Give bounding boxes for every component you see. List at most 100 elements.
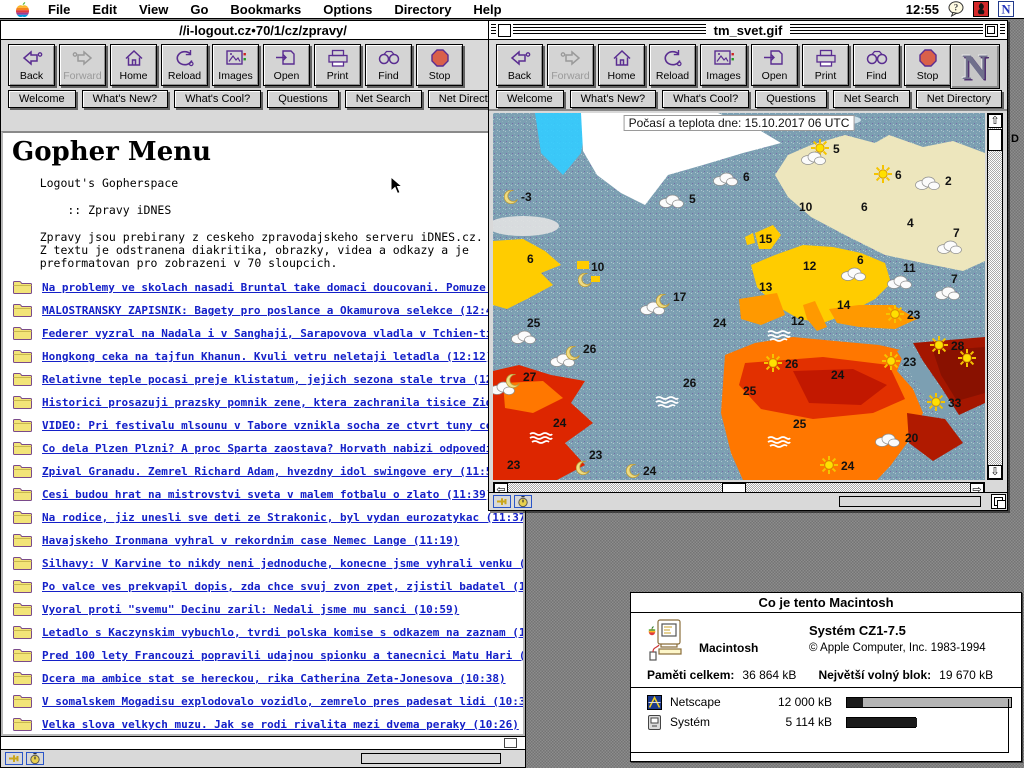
balloon-help-icon[interactable]: ? bbox=[948, 1, 964, 17]
print-button[interactable]: Print bbox=[802, 44, 849, 86]
close-box[interactable] bbox=[498, 24, 511, 37]
gopher-list-item[interactable]: Havajskeho Ironmana vyhral v rekordnim c… bbox=[12, 529, 523, 552]
desktop-icon-label[interactable]: D bbox=[1011, 133, 1019, 145]
map-window-titlebar[interactable]: tm_svet.gif bbox=[489, 21, 1007, 40]
gopher-page: Gopher Menu Logout's Gopherspace :: Zpra… bbox=[1, 131, 525, 736]
find-button[interactable]: Find bbox=[365, 44, 412, 86]
menu-directory[interactable]: Directory bbox=[383, 2, 462, 17]
gopher-link[interactable]: Havajskeho Ironmana vyhral v rekordnim c… bbox=[42, 534, 459, 547]
directory-button-what-s-new-[interactable]: What's New? bbox=[82, 90, 168, 108]
images-button[interactable]: Images bbox=[212, 44, 259, 86]
gopher-list-item[interactable]: Velka slova velkych muzu. Jak se rodi ri… bbox=[12, 713, 523, 736]
gopher-link[interactable]: Relativne teple pocasi preje klistatum, … bbox=[42, 373, 519, 386]
open-button[interactable]: Open bbox=[751, 44, 798, 86]
gopher-list-item[interactable]: Hongkong ceka na tajfun Khanun. Kvuli ve… bbox=[12, 345, 523, 368]
gopher-list-item[interactable]: Zpival Granadu. Zemrel Richard Adam, hve… bbox=[12, 460, 523, 483]
directory-button-welcome[interactable]: Welcome bbox=[8, 90, 76, 108]
netscape-menu-icon[interactable]: N bbox=[998, 1, 1014, 17]
gopher-link[interactable]: Letadlo s Kaczynskim vybuchlo, tvrdi pol… bbox=[42, 626, 523, 639]
gopher-list-item[interactable]: Cesi budou hrat na mistrovstvi sveta v m… bbox=[12, 483, 523, 506]
gopher-link[interactable]: Dcera ma ambice stat se hereckou, rika C… bbox=[42, 672, 506, 685]
gopher-link[interactable]: Vyoral proti "svemu" Decinu zaril: Nedal… bbox=[42, 603, 459, 616]
gopher-list-item[interactable]: Historici prosazuji prazsky pomnik zene,… bbox=[12, 391, 523, 414]
directory-button-what-s-new-[interactable]: What's New? bbox=[570, 90, 656, 108]
gopher-list-item[interactable]: Vyoral proti "svemu" Decinu zaril: Nedal… bbox=[12, 598, 523, 621]
stop-button[interactable]: Stop bbox=[416, 44, 463, 86]
gopher-link[interactable]: Po valce ves prekvapil dopis, zda chce s… bbox=[42, 580, 523, 593]
home-button[interactable]: Home bbox=[110, 44, 157, 86]
gopher-list-item[interactable]: Federer vyzral na Nadala i v Sanghaji, S… bbox=[12, 322, 523, 345]
forward-button[interactable]: Forward bbox=[547, 44, 594, 86]
back-button[interactable]: Back bbox=[8, 44, 55, 86]
keyboard-layout-icon[interactable] bbox=[973, 1, 989, 17]
reload-button[interactable]: Reload bbox=[649, 44, 696, 86]
gopher-window-titlebar[interactable]: //i-logout.cz•70/1/cz/zpravy/ bbox=[1, 21, 525, 40]
gopher-link[interactable]: Na problemy ve skolach nasadi Bruntal ta… bbox=[42, 281, 523, 294]
gopher-list-item[interactable]: Na problemy ve skolach nasadi Bruntal ta… bbox=[12, 276, 523, 299]
gopher-list-item[interactable]: Relativne teple pocasi preje klistatum, … bbox=[12, 368, 523, 391]
open-button[interactable]: Open bbox=[263, 44, 310, 86]
gopher-list-item[interactable]: Dcera ma ambice stat se hereckou, rika C… bbox=[12, 667, 523, 690]
gopher-link[interactable]: V somalskem Mogadisu explodovalo vozidlo… bbox=[42, 695, 523, 708]
window-resize-handle[interactable] bbox=[991, 494, 1006, 509]
gopher-link[interactable]: Historici prosazuji prazsky pomnik zene,… bbox=[42, 396, 523, 409]
directory-button-welcome[interactable]: Welcome bbox=[496, 90, 564, 108]
directory-button-net-directory[interactable]: Net Directory bbox=[916, 90, 1002, 108]
back-button[interactable]: Back bbox=[496, 44, 543, 86]
gopher-link[interactable]: Hongkong ceka na tajfun Khanun. Kvuli ve… bbox=[42, 350, 492, 363]
reload-button[interactable]: Reload bbox=[161, 44, 208, 86]
gopher-list-item[interactable]: Pred 100 lety Francouzi popravili udajno… bbox=[12, 644, 523, 667]
scrollbar-thumb[interactable] bbox=[504, 738, 517, 748]
gopher-list-item[interactable]: Na rodice, jiz unesli sve deti ze Strako… bbox=[12, 506, 523, 529]
gopher-list-item[interactable]: Silhavy: V Karvine to nikdy neni jednodu… bbox=[12, 552, 523, 575]
temperature-label: 26 bbox=[583, 342, 597, 356]
menu-view[interactable]: View bbox=[128, 2, 179, 17]
menu-options[interactable]: Options bbox=[312, 2, 383, 17]
vertical-scrollbar[interactable]: ⇧ ⇩ bbox=[987, 113, 1003, 480]
gopher-list-item[interactable]: VIDEO: Pri festivalu mlsounu v Tabore vz… bbox=[12, 414, 523, 437]
stop-button[interactable]: Stop bbox=[904, 44, 951, 86]
apple-menu-icon[interactable] bbox=[16, 2, 29, 17]
gopher-link[interactable]: Silhavy: V Karvine to nikdy neni jednodu… bbox=[42, 557, 523, 570]
home-button[interactable]: Home bbox=[598, 44, 645, 86]
directory-button-what-s-cool-[interactable]: What's Cool? bbox=[662, 90, 749, 108]
gopher-list-item[interactable]: Po valce ves prekvapil dopis, zda chce s… bbox=[12, 575, 523, 598]
find-button[interactable]: Find bbox=[853, 44, 900, 86]
scroll-up-arrow[interactable]: ⇧ bbox=[988, 114, 1002, 128]
gopher-link[interactable]: VIDEO: Pri festivalu mlsounu v Tabore vz… bbox=[42, 419, 523, 432]
directory-button-net-search[interactable]: Net Search bbox=[345, 90, 422, 108]
menu-go[interactable]: Go bbox=[179, 2, 219, 17]
menu-help[interactable]: Help bbox=[462, 2, 512, 17]
gopher-list-item[interactable]: Co dela Plzen Plzni? A proc Sparta zaost… bbox=[12, 437, 523, 460]
gopher-link[interactable]: Velka slova velkych muzu. Jak se rodi ri… bbox=[42, 718, 519, 731]
gopher-link[interactable]: Na rodice, jiz unesli sve deti ze Strako… bbox=[42, 511, 523, 524]
gopher-link[interactable]: Co dela Plzen Plzni? A proc Sparta zaost… bbox=[42, 442, 523, 455]
zoom-box[interactable] bbox=[985, 24, 998, 37]
gopher-link[interactable]: Pred 100 lety Francouzi popravili udajno… bbox=[42, 649, 523, 662]
menu-file[interactable]: File bbox=[37, 2, 81, 17]
copyright-text: © Apple Computer, Inc. 1983-1994 bbox=[809, 642, 1009, 654]
horizontal-scrollbar[interactable] bbox=[1, 736, 525, 749]
directory-button-questions[interactable]: Questions bbox=[755, 90, 827, 108]
gopher-list-item[interactable]: V somalskem Mogadisu explodovalo vozidlo… bbox=[12, 690, 523, 713]
menu-bookmarks[interactable]: Bookmarks bbox=[219, 2, 312, 17]
map-status-bar bbox=[489, 492, 1007, 510]
gopher-link[interactable]: Cesi budou hrat na mistrovstvi sveta v m… bbox=[42, 488, 492, 501]
directory-button-net-search[interactable]: Net Search bbox=[833, 90, 910, 108]
menu-edit[interactable]: Edit bbox=[81, 2, 128, 17]
vertical-scrollbar-thumb[interactable] bbox=[988, 129, 1002, 151]
gopher-link[interactable]: Zpival Granadu. Zemrel Richard Adam, hve… bbox=[42, 465, 506, 478]
gopher-list-item[interactable]: Letadlo s Kaczynskim vybuchlo, tvrdi pol… bbox=[12, 621, 523, 644]
forward-button[interactable]: Forward bbox=[59, 44, 106, 86]
print-button[interactable]: Print bbox=[314, 44, 361, 86]
scroll-down-arrow[interactable]: ⇩ bbox=[988, 465, 1002, 479]
gopher-link[interactable]: Federer vyzral na Nadala i v Sanghaji, S… bbox=[42, 327, 523, 340]
memory-usage-bar bbox=[846, 697, 1012, 708]
progress-bar bbox=[839, 496, 981, 507]
directory-button-what-s-cool-[interactable]: What's Cool? bbox=[174, 90, 261, 108]
netscape-logo[interactable]: N bbox=[950, 44, 1000, 89]
images-button[interactable]: Images bbox=[700, 44, 747, 86]
gopher-list-item[interactable]: MALOSTRANSKY ZAPISNIK: Bagety pro poslan… bbox=[12, 299, 523, 322]
gopher-link[interactable]: MALOSTRANSKY ZAPISNIK: Bagety pro poslan… bbox=[42, 304, 506, 317]
directory-button-questions[interactable]: Questions bbox=[267, 90, 339, 108]
